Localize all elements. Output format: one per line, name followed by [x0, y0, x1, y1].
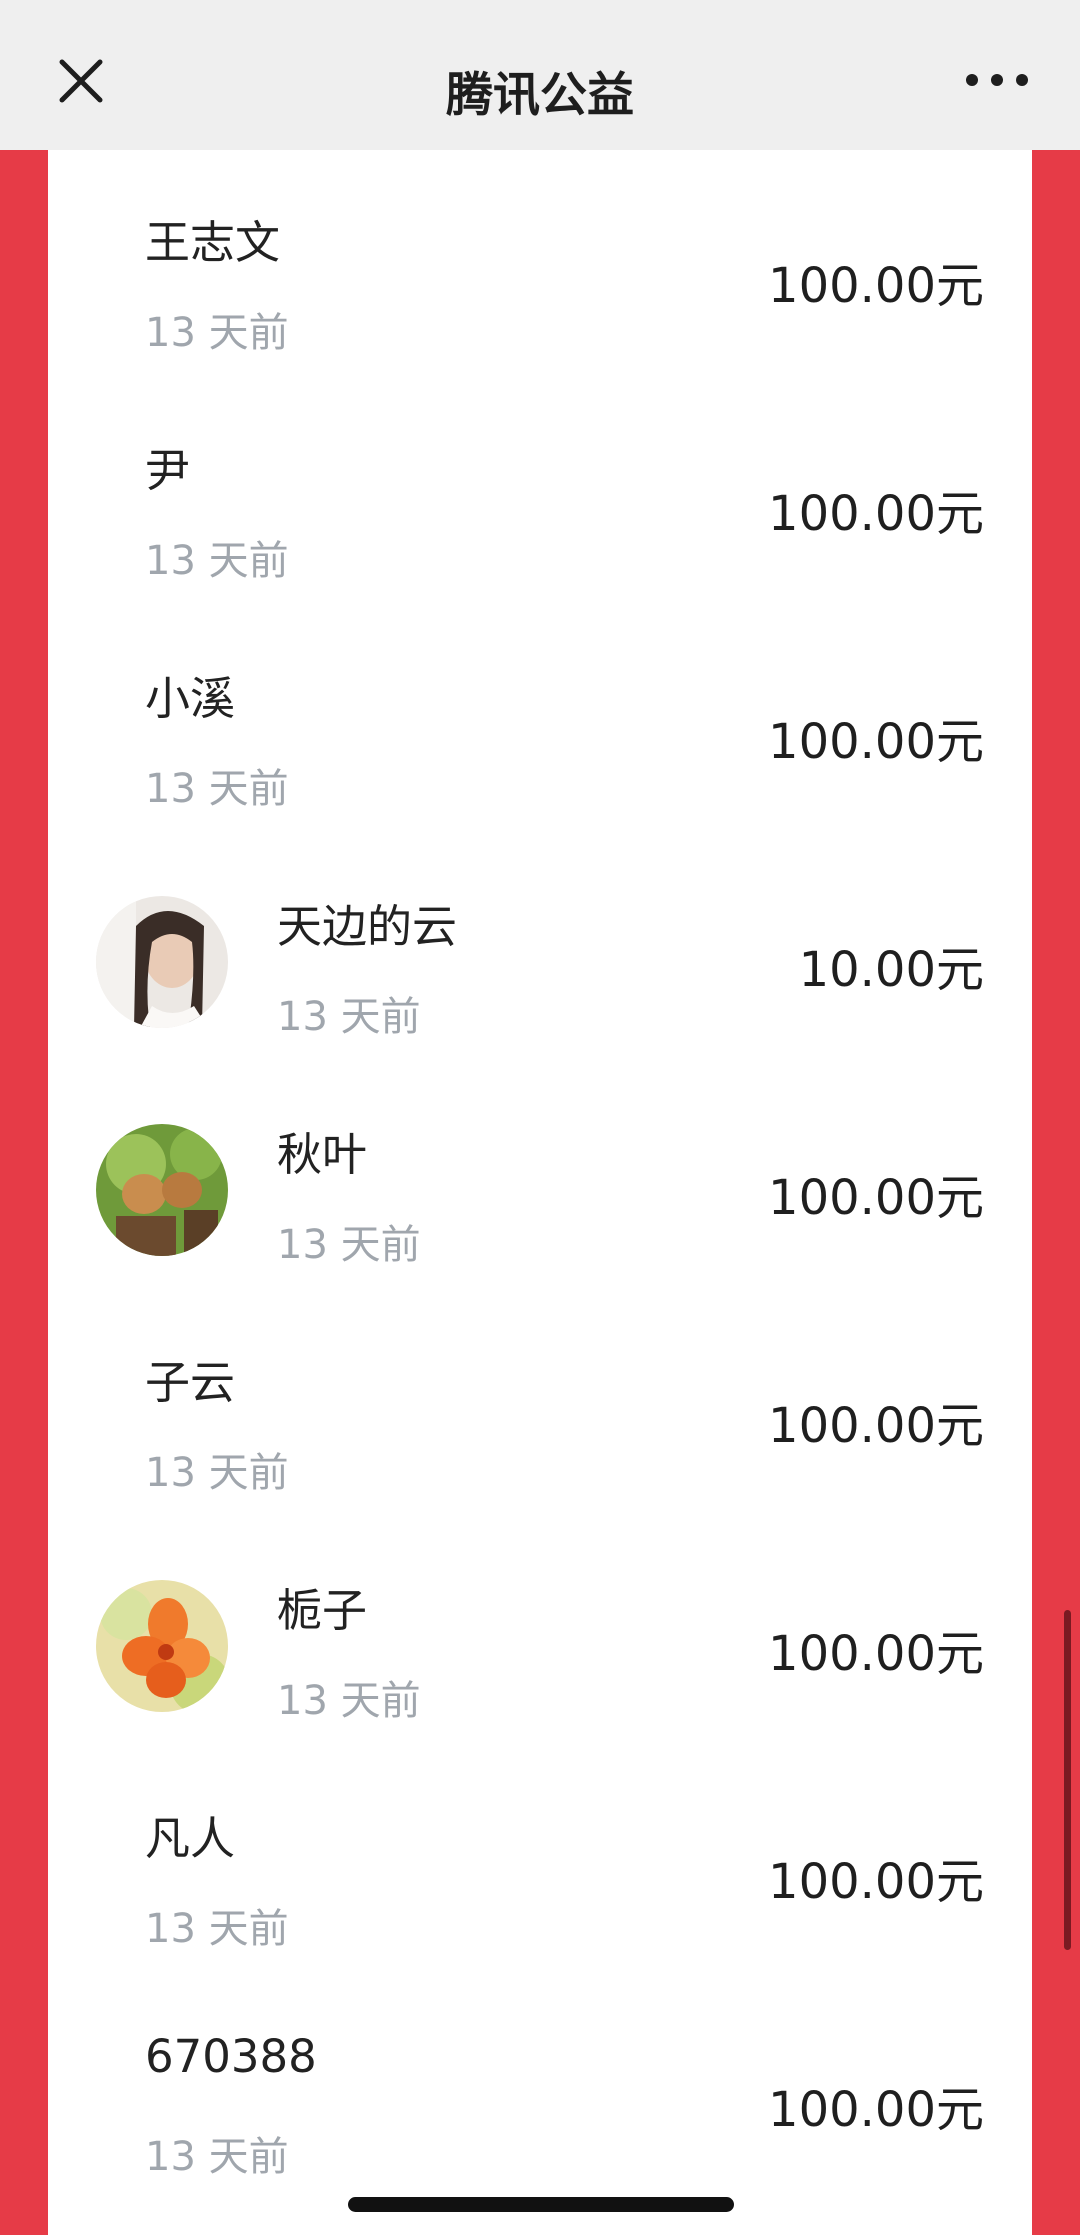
donation-row[interactable]: 凡人 13 天前 100.00元	[48, 1746, 1032, 1974]
donation-amount: 100.00元	[768, 1854, 984, 1910]
donation-amount: 10.00元	[798, 942, 984, 998]
avatar[interactable]	[96, 1580, 228, 1712]
donor-name: 尹	[145, 444, 191, 497]
donor-name: 天边的云	[277, 900, 458, 953]
top-navbar: 腾讯公益	[0, 0, 1080, 150]
donation-row[interactable]: 天边的云 13 天前 10.00元	[48, 834, 1032, 1062]
donation-row[interactable]: 栀子 13 天前 100.00元	[48, 1518, 1032, 1746]
donation-amount: 100.00元	[768, 1170, 984, 1226]
donation-time: 13 天前	[145, 1450, 289, 1496]
donor-name: 王志文	[145, 216, 281, 269]
home-indicator[interactable]	[348, 2197, 734, 2212]
donation-amount: 100.00元	[768, 486, 984, 542]
puppies-avatar-image	[96, 1124, 228, 1256]
donation-amount: 100.00元	[768, 258, 984, 314]
donation-time: 13 天前	[145, 766, 289, 812]
avatar[interactable]	[96, 1124, 228, 1256]
flower-avatar-image	[96, 1580, 228, 1712]
donation-time: 13 天前	[145, 2134, 289, 2180]
donor-name: 小溪	[145, 672, 236, 725]
donation-row[interactable]: 小溪 13 天前 100.00元	[48, 606, 1032, 834]
donation-row[interactable]: 秋叶 13 天前 100.00元	[48, 1062, 1032, 1290]
donation-time: 13 天前	[145, 310, 289, 356]
donor-name: 秋叶	[277, 1128, 368, 1181]
donation-time: 13 天前	[145, 1906, 289, 1952]
donation-amount: 100.00元	[768, 714, 984, 770]
donation-time: 13 天前	[277, 994, 421, 1040]
page-title: 腾讯公益	[446, 68, 634, 123]
more-dots-icon[interactable]	[962, 68, 1032, 92]
donation-time: 13 天前	[277, 1678, 421, 1724]
donation-amount: 100.00元	[768, 1626, 984, 1682]
donation-time: 13 天前	[277, 1222, 421, 1268]
screen: 腾讯公益 王志文 13 天前 100.00元 尹 13 天前 100.00元 小…	[0, 0, 1080, 2235]
donation-amount: 100.00元	[768, 2082, 984, 2138]
scrollbar[interactable]	[1064, 1610, 1071, 1950]
donation-row[interactable]: 670388 13 天前 100.00元	[48, 1974, 1032, 2202]
donation-row[interactable]: 王志文 13 天前 100.00元	[48, 150, 1032, 378]
donor-name: 子云	[145, 1356, 236, 1409]
avatar[interactable]	[96, 896, 228, 1028]
portrait-avatar-image	[96, 896, 228, 1028]
donor-name: 670388	[145, 2030, 317, 2083]
donor-name: 栀子	[277, 1584, 368, 1637]
donation-list[interactable]: 王志文 13 天前 100.00元 尹 13 天前 100.00元 小溪 13 …	[48, 150, 1032, 2235]
donor-name: 凡人	[145, 1812, 236, 1865]
donation-row[interactable]: 尹 13 天前 100.00元	[48, 378, 1032, 606]
donation-amount: 100.00元	[768, 1398, 984, 1454]
donation-row[interactable]: 子云 13 天前 100.00元	[48, 1290, 1032, 1518]
donation-time: 13 天前	[145, 538, 289, 584]
